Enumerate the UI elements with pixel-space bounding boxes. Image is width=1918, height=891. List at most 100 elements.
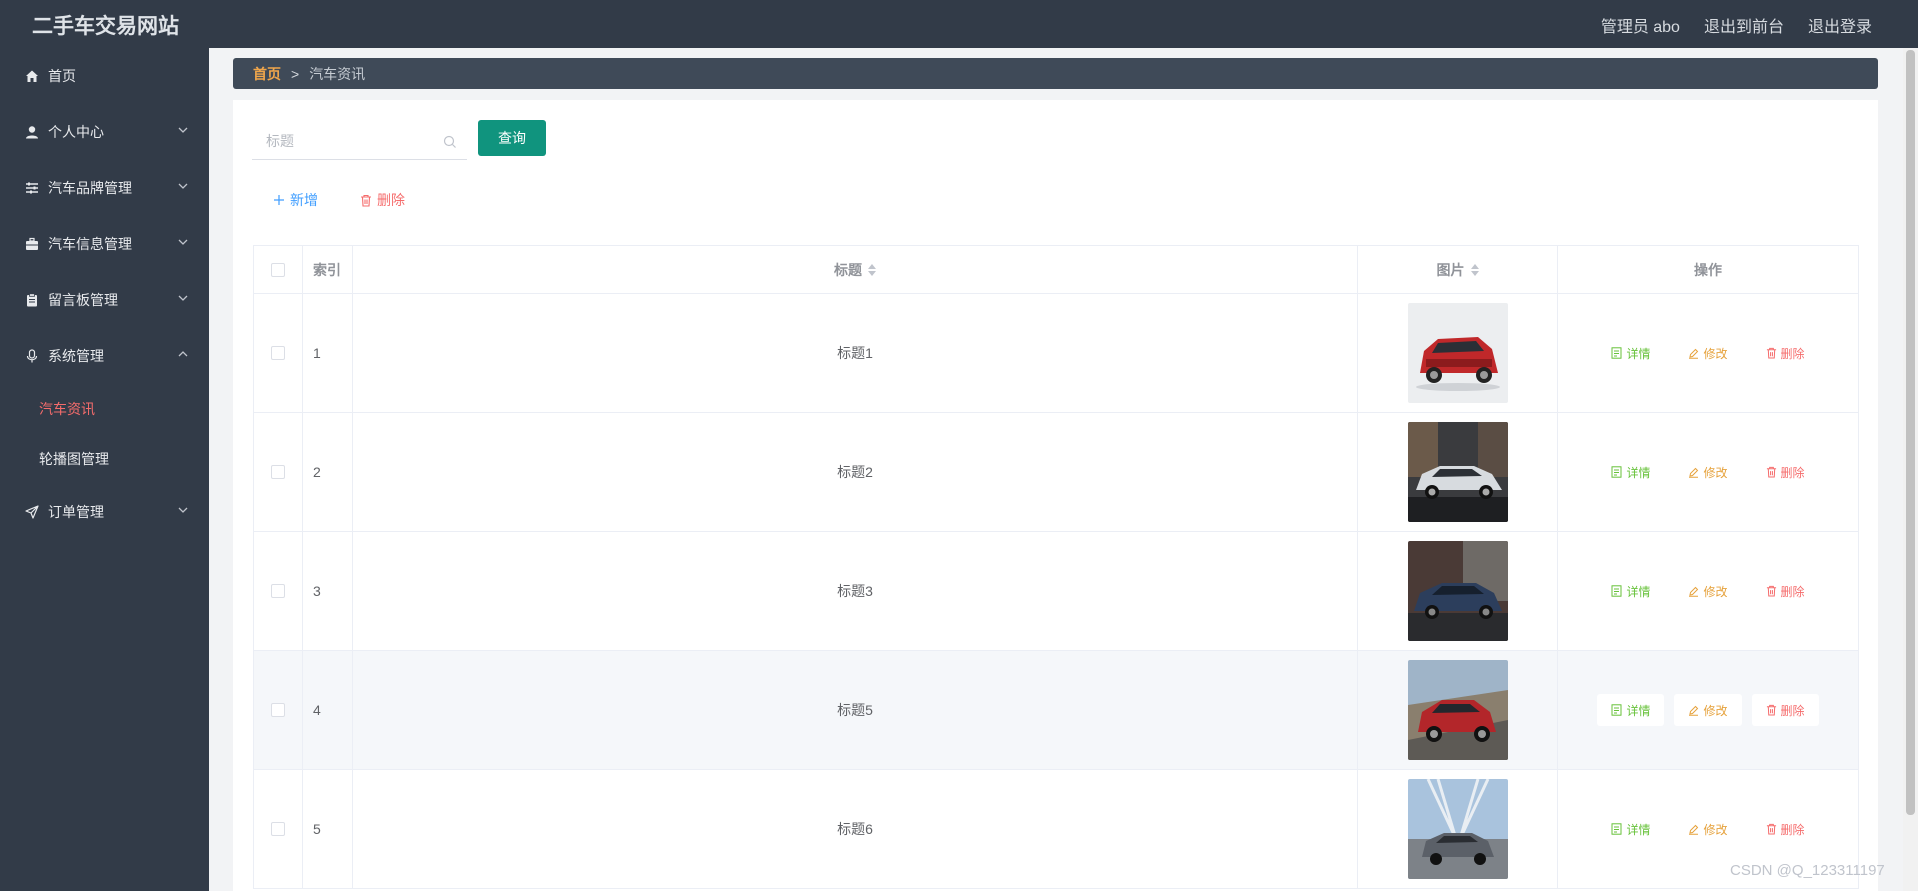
sort-icon[interactable]	[868, 263, 876, 276]
sidebar-item-label: 个人中心	[48, 124, 104, 140]
row-checkbox[interactable]	[271, 584, 285, 598]
car-thumbnail[interactable]	[1407, 422, 1508, 522]
row-title: 标题6	[837, 821, 873, 837]
edit-label: 修改	[1703, 703, 1728, 718]
trash-icon	[1766, 585, 1776, 597]
add-button[interactable]: 新增	[273, 190, 318, 210]
table-row: 4 标题5 详情 修改 删除	[254, 651, 1858, 770]
delete-button[interactable]: 删除	[1752, 337, 1819, 369]
table-row: 5 标题6 详情 修改 删除	[254, 770, 1858, 889]
top-links: 管理员 abo 退出到前台 退出登录	[1601, 13, 1872, 37]
sidebar-item-order-management[interactable]: 订单管理	[0, 484, 209, 540]
detail-label: 详情	[1626, 822, 1651, 837]
detail-label: 详情	[1626, 346, 1651, 361]
sidebar-item-message-board[interactable]: 留言板管理	[0, 272, 209, 328]
chevron-up-icon	[178, 351, 188, 357]
page-scrollbar[interactable]	[1903, 48, 1918, 891]
breadcrumb-home-link[interactable]: 首页	[253, 64, 281, 84]
exit-to-front-link[interactable]: 退出到前台	[1704, 13, 1784, 37]
document-icon	[1611, 704, 1622, 716]
sidebar-item-label: 订单管理	[48, 504, 104, 520]
sidebar: 首页 个人中心 汽车品牌管理 汽车信息管理 留言板管理 系统管理 汽车资讯 轮播…	[0, 48, 209, 891]
document-icon	[1611, 466, 1622, 478]
content-panel: 查询 新增 删除 索引 标题 图片 操作	[233, 100, 1878, 891]
trash-icon	[1766, 466, 1776, 478]
edit-button[interactable]: 修改	[1674, 813, 1741, 845]
logout-link[interactable]: 退出登录	[1808, 13, 1872, 37]
pencil-icon	[1689, 824, 1699, 835]
edit-label: 修改	[1703, 822, 1728, 837]
column-header-image[interactable]: 图片	[1358, 246, 1558, 293]
delete-button[interactable]: 删除	[1752, 575, 1819, 607]
plus-icon	[274, 195, 284, 205]
delete-label: 删除	[1780, 584, 1805, 599]
clipboard-icon	[24, 292, 40, 308]
document-icon	[1611, 585, 1622, 597]
search-input[interactable]	[252, 124, 432, 158]
delete-label: 删除	[1780, 465, 1805, 480]
car-thumbnail[interactable]	[1407, 303, 1508, 403]
sidebar-subitem-carousel-management[interactable]: 轮播图管理	[0, 434, 209, 484]
car-thumbnail[interactable]	[1407, 779, 1508, 879]
sort-icon[interactable]	[1470, 263, 1479, 276]
trash-icon	[1766, 823, 1776, 835]
delete-button[interactable]: 删除	[1752, 813, 1819, 845]
delete-label: 删除	[1780, 346, 1805, 361]
sidebar-subitem-car-news[interactable]: 汽车资讯	[0, 384, 209, 434]
sidebar-item-personal-center[interactable]: 个人中心	[0, 104, 209, 160]
sidebar-item-label: 汽车信息管理	[48, 236, 132, 252]
home-icon	[24, 68, 40, 84]
column-header-title[interactable]: 标题	[353, 246, 1358, 293]
car-thumbnail[interactable]	[1407, 660, 1508, 760]
edit-button[interactable]: 修改	[1674, 456, 1741, 488]
delete-label: 删除	[1780, 822, 1805, 837]
user-icon	[24, 124, 40, 140]
send-icon	[24, 504, 40, 520]
column-header-index: 索引	[313, 261, 341, 278]
detail-button[interactable]: 详情	[1597, 456, 1664, 488]
row-title: 标题1	[837, 345, 873, 361]
batch-delete-button[interactable]: 删除	[360, 190, 405, 210]
main-content: 首页 > 汽车资讯 查询 新增 删除 索引 标题	[209, 48, 1903, 891]
detail-button[interactable]: 详情	[1597, 337, 1664, 369]
sidebar-item-label: 汽车品牌管理	[48, 180, 132, 196]
delete-button[interactable]: 删除	[1751, 694, 1819, 726]
row-checkbox[interactable]	[271, 465, 285, 479]
microphone-icon	[24, 348, 40, 364]
sidebar-item-brand-management[interactable]: 汽车品牌管理	[0, 160, 209, 216]
sliders-icon	[24, 180, 40, 196]
row-title: 标题5	[837, 702, 873, 718]
search-icon	[443, 135, 456, 148]
edit-label: 修改	[1703, 584, 1728, 599]
breadcrumb: 首页 > 汽车资讯	[233, 58, 1878, 89]
chevron-down-icon	[178, 183, 188, 189]
pencil-icon	[1689, 705, 1699, 716]
pencil-icon	[1689, 586, 1699, 597]
edit-button[interactable]: 修改	[1674, 694, 1742, 726]
row-checkbox[interactable]	[271, 703, 285, 717]
delete-button[interactable]: 删除	[1752, 456, 1819, 488]
scrollbar-thumb[interactable]	[1906, 50, 1915, 815]
sidebar-item-car-info-management[interactable]: 汽车信息管理	[0, 216, 209, 272]
car-thumbnail[interactable]	[1407, 541, 1508, 641]
select-all-checkbox[interactable]	[271, 262, 285, 277]
detail-label: 详情	[1626, 703, 1651, 718]
sidebar-item-system-management[interactable]: 系统管理	[0, 328, 209, 384]
row-index: 4	[313, 702, 321, 718]
sidebar-item-home[interactable]: 首页	[0, 48, 209, 104]
chevron-down-icon	[178, 239, 188, 245]
top-bar: 二手车交易网站 管理员 abo 退出到前台 退出登录	[0, 0, 1918, 48]
detail-button[interactable]: 详情	[1597, 813, 1664, 845]
detail-label: 详情	[1626, 465, 1651, 480]
search-box	[252, 124, 467, 160]
query-button[interactable]: 查询	[478, 120, 546, 156]
site-title: 二手车交易网站	[32, 15, 179, 38]
edit-button[interactable]: 修改	[1674, 575, 1741, 607]
detail-button[interactable]: 详情	[1597, 694, 1665, 726]
detail-button[interactable]: 详情	[1597, 575, 1664, 607]
row-checkbox[interactable]	[271, 346, 285, 360]
row-checkbox[interactable]	[271, 822, 285, 836]
admin-user-label[interactable]: 管理员 abo	[1601, 13, 1680, 37]
sidebar-item-label: 留言板管理	[48, 292, 118, 308]
edit-button[interactable]: 修改	[1674, 337, 1741, 369]
